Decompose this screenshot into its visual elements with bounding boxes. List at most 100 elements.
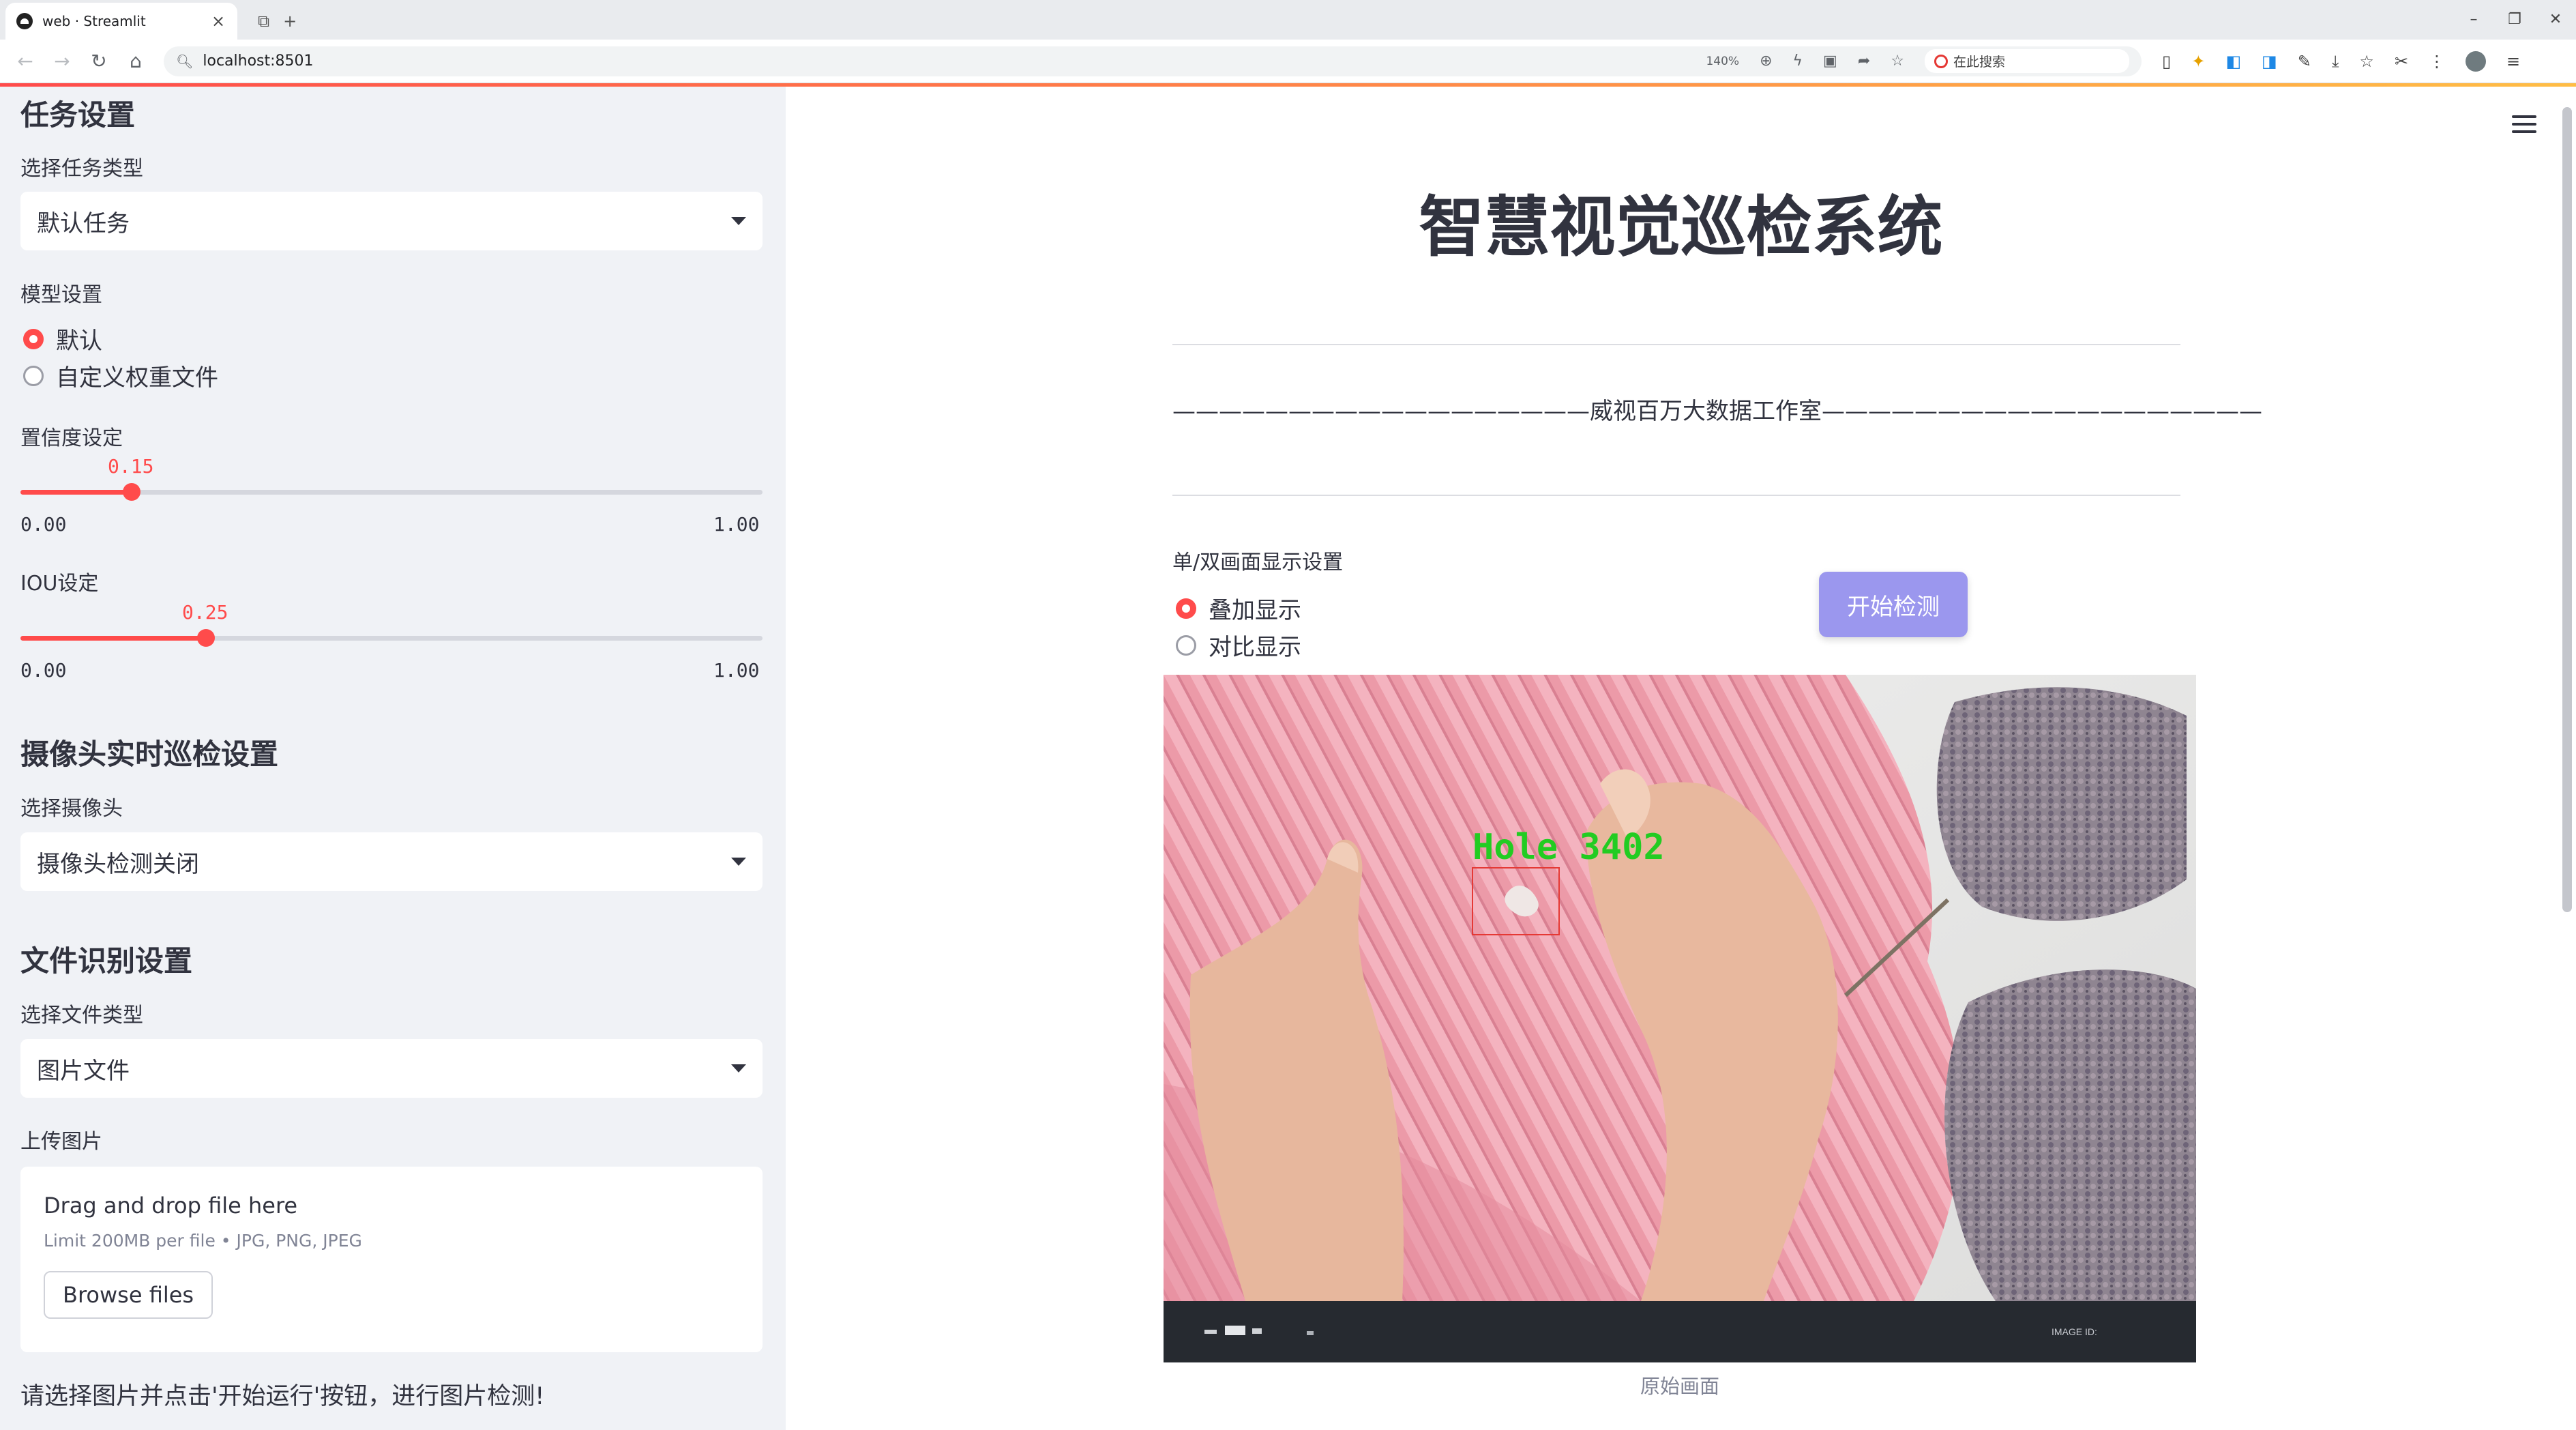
share-icon[interactable]: ➦ — [1858, 53, 1870, 70]
image-footer-text: IMAGE ID: — [2052, 1326, 2097, 1337]
restore-icon[interactable]: ❐ — [2494, 5, 2535, 33]
browser-tabbar: web · Streamlit × ⧉ + – ❐ ✕ — [0, 0, 2576, 40]
divider — [1172, 344, 2180, 345]
close-window-icon[interactable]: ✕ — [2535, 5, 2576, 33]
lightning-icon[interactable]: ϟ — [1793, 53, 1803, 70]
screenshot-ext-icon[interactable]: ◨ — [2262, 52, 2277, 71]
file-type-label: 选择文件类型 — [20, 1004, 143, 1027]
browser-menu-icon[interactable]: ≡ — [2506, 52, 2520, 71]
file-type-select[interactable]: 图片文件 — [20, 1039, 763, 1098]
translate-ext-icon[interactable]: ◧ — [2225, 52, 2241, 71]
browser-tab[interactable]: web · Streamlit × — [5, 3, 237, 40]
close-tab-icon[interactable]: × — [210, 12, 226, 31]
radio-selected-icon — [23, 328, 44, 349]
chevron-down-icon — [731, 858, 746, 866]
chevron-down-icon — [731, 1064, 746, 1072]
url-bar[interactable]: 🔍︎ localhost:8501 140% ⊕ ϟ ▣ ➦ ☆ 在此搜索 — [164, 46, 2142, 76]
streamlit-favicon-icon — [16, 13, 33, 29]
more-menu-icon[interactable]: ⋮ — [2429, 52, 2445, 71]
upload-label: 上传图片 — [20, 1130, 102, 1154]
confidence-slider-fill — [20, 490, 132, 495]
window-controls: – ❐ ✕ — [2453, 5, 2576, 33]
confidence-value: 0.15 — [108, 455, 154, 478]
uploader-title: Drag and drop file here — [44, 1193, 298, 1219]
camera-select[interactable]: 摄像头检测关闭 — [20, 832, 763, 891]
cut-icon[interactable]: ✂ — [2395, 52, 2408, 71]
model-settings-label: 模型设置 — [20, 283, 102, 307]
new-tab-icon[interactable]: + — [283, 3, 297, 40]
chevron-down-icon — [731, 217, 746, 225]
display-radio-compare[interactable]: 对比显示 — [1176, 628, 1301, 662]
display-radio-overlay[interactable]: 叠加显示 — [1176, 592, 1301, 625]
confidence-slider-thumb[interactable] — [123, 483, 141, 501]
minimize-icon[interactable]: – — [2453, 5, 2494, 33]
zoom-level[interactable]: 140% — [1706, 55, 1739, 68]
pen-ext-icon[interactable]: ✎ — [2298, 52, 2311, 71]
page-title: 智慧视觉巡检系统 — [1419, 189, 1943, 265]
main-content: 智慧视觉巡检系统 ——————————————————威视百万大数据工作室———… — [786, 87, 2576, 1430]
hamburger-menu-icon[interactable] — [2512, 115, 2536, 138]
ai-assistant-icon[interactable]: ✦ — [2191, 52, 2205, 71]
image-caption: 原始画面 — [1640, 1375, 1719, 1398]
display-option-label: 叠加显示 — [1209, 597, 1301, 624]
uploader-limit: Limit 200MB per file • JPG, PNG, JPEG — [44, 1231, 362, 1251]
iou-max: 1.00 — [713, 659, 760, 682]
detection-label: Hole 3402 — [1472, 827, 1665, 868]
display-option-label: 对比显示 — [1209, 634, 1301, 661]
iou-label: IOU设定 — [20, 572, 99, 596]
confidence-label: 置信度设定 — [20, 426, 123, 450]
camera-select-label: 选择摄像头 — [20, 797, 123, 821]
confidence-max: 1.00 — [713, 513, 760, 536]
model-option-label: 默认 — [56, 327, 102, 355]
tab-search-icon[interactable]: ⧉ — [258, 3, 269, 40]
extension-icon[interactable]: ▣ — [1823, 53, 1837, 70]
search-engine-box[interactable]: 在此搜索 — [1925, 49, 2129, 73]
display-mode-label: 单/双画面显示设置 — [1172, 551, 1344, 574]
detection-result-image: Hole 3402 IMAGE ID: — [1164, 675, 2196, 1362]
back-icon[interactable]: ← — [7, 50, 44, 72]
page-subtitle: ——————————————————威视百万大数据工作室————————————… — [1172, 398, 2262, 425]
camera-select-value: 摄像头检测关闭 — [37, 850, 199, 878]
radio-selected-icon — [1176, 598, 1196, 619]
favorites-icon[interactable]: ☆ — [2359, 52, 2374, 71]
task-type-label: 选择任务类型 — [20, 157, 143, 181]
task-settings-header: 任务设置 — [20, 98, 136, 132]
file-type-value: 图片文件 — [37, 1057, 130, 1085]
browse-files-button[interactable]: Browse files — [44, 1271, 213, 1319]
file-settings-header: 文件识别设置 — [20, 944, 193, 978]
forward-icon[interactable]: → — [44, 50, 80, 72]
translate-icon[interactable]: ⊕ — [1760, 53, 1772, 70]
reload-icon[interactable]: ↻ — [80, 50, 117, 72]
sidebar: 任务设置 选择任务类型 默认任务 模型设置 默认 自定义权重文件 置信度设定 0… — [0, 87, 786, 1430]
model-option-label: 自定义权重文件 — [56, 364, 218, 392]
phone-icon[interactable]: ▯ — [2162, 52, 2171, 71]
camera-settings-header: 摄像头实时巡检设置 — [20, 738, 279, 771]
radio-unselected-icon — [1176, 634, 1196, 656]
profile-avatar[interactable] — [2466, 50, 2487, 72]
search-engine-icon — [1934, 54, 1948, 68]
model-radio-default[interactable]: 默认 — [23, 322, 102, 355]
confidence-slider[interactable] — [20, 483, 763, 501]
iou-slider-thumb[interactable] — [197, 629, 215, 647]
url-text: localhost:8501 — [203, 53, 314, 70]
file-uploader-dropzone[interactable]: Drag and drop file here Limit 200MB per … — [20, 1167, 763, 1352]
search-placeholder: 在此搜索 — [1953, 55, 2006, 70]
task-type-select[interactable]: 默认任务 — [20, 192, 763, 250]
model-radio-custom[interactable]: 自定义权重文件 — [23, 359, 218, 392]
tab-title: web · Streamlit — [42, 13, 146, 29]
streamlit-app: 任务设置 选择任务类型 默认任务 模型设置 默认 自定义权重文件 置信度设定 0… — [0, 83, 2576, 1430]
start-detection-button[interactable]: 开始检测 — [1819, 572, 1968, 637]
iou-value: 0.25 — [182, 601, 228, 624]
radio-unselected-icon — [23, 365, 44, 386]
browser-addressbar: ← → ↻ ⌂ 🔍︎ localhost:8501 140% ⊕ ϟ ▣ ➦ ☆… — [0, 40, 2576, 83]
bookmark-star-icon[interactable]: ☆ — [1891, 53, 1904, 70]
iou-min: 0.00 — [20, 659, 67, 682]
download-icon[interactable]: ⤓ — [2332, 52, 2339, 71]
confidence-min: 0.00 — [20, 513, 67, 536]
home-icon[interactable]: ⌂ — [117, 50, 154, 72]
task-type-value: 默认任务 — [37, 209, 130, 237]
site-info-icon[interactable]: 🔍︎ — [176, 53, 193, 70]
sidebar-info-text: 请选择图片并点击'开始运行'按钮，进行图片检测! — [20, 1383, 545, 1410]
iou-slider[interactable] — [20, 629, 763, 647]
divider — [1172, 495, 2180, 496]
